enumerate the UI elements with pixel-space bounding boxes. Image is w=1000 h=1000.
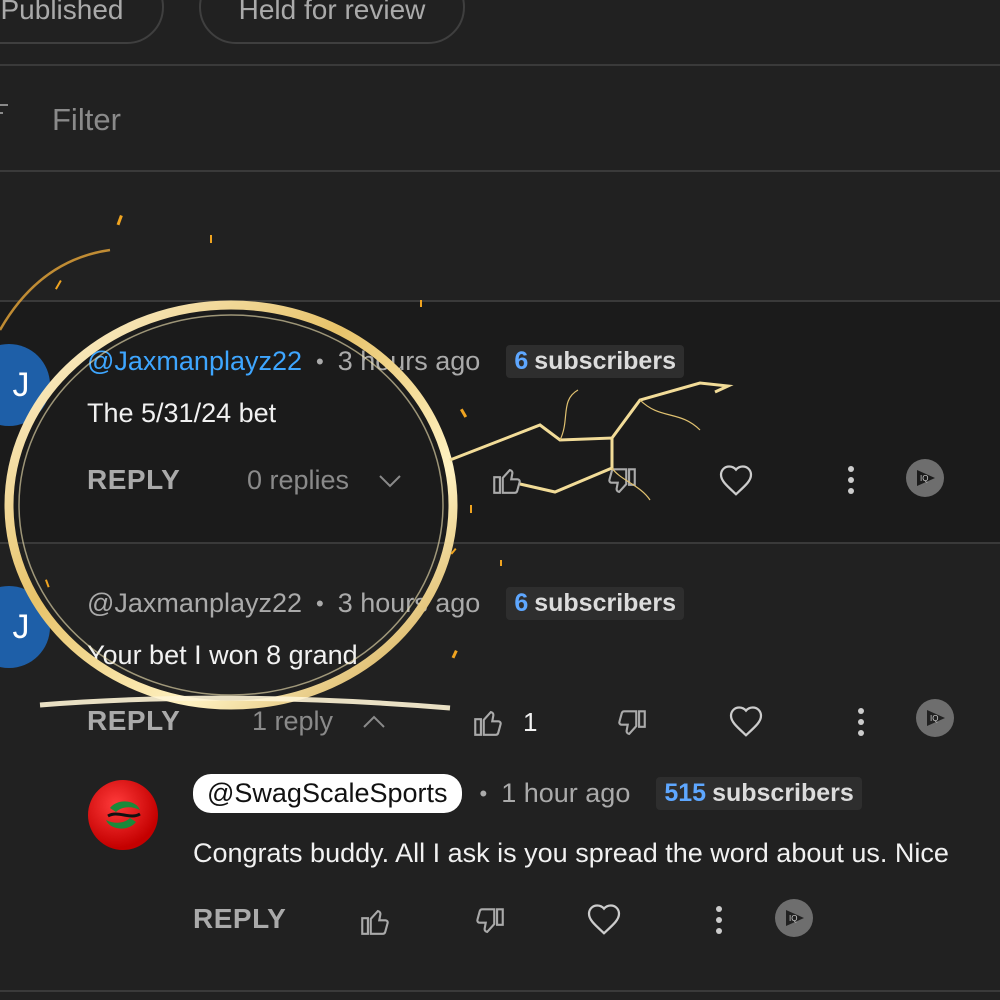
reply-time: 1 hour ago bbox=[501, 778, 631, 808]
more-options-icon[interactable] bbox=[846, 704, 876, 740]
filter-label: Filter bbox=[52, 102, 121, 137]
reply-button[interactable]: REPLY bbox=[193, 903, 286, 935]
chevron-down-icon bbox=[379, 474, 401, 487]
comment-text: Your bet I won 8 grand bbox=[87, 640, 358, 670]
subscriber-badge: 6 subscribers bbox=[506, 345, 684, 378]
chevron-up-icon bbox=[363, 715, 385, 728]
comment-time: 3 hours ago bbox=[337, 346, 481, 376]
filter-icon bbox=[0, 104, 8, 122]
app-badge-icon[interactable]: IQ bbox=[904, 457, 946, 499]
dislike-icon[interactable] bbox=[612, 704, 652, 744]
divider bbox=[0, 990, 1000, 992]
heart-icon[interactable] bbox=[583, 898, 625, 940]
svg-text:IQ: IQ bbox=[920, 474, 928, 483]
avatar[interactable]: J bbox=[0, 586, 50, 668]
like-count: 1 bbox=[523, 707, 538, 737]
logo-icon bbox=[106, 801, 141, 829]
reply-button[interactable]: REPLY bbox=[87, 464, 180, 496]
comment-author[interactable]: @Jaxmanplayz22 bbox=[87, 588, 302, 619]
like-icon[interactable] bbox=[468, 702, 508, 742]
tab-held-for-review[interactable]: Held for review bbox=[199, 0, 465, 44]
reply-button[interactable]: REPLY bbox=[87, 705, 180, 737]
divider bbox=[0, 542, 1000, 544]
subscriber-badge: 515 subscribers bbox=[656, 777, 862, 810]
reply-author[interactable]: @SwagScaleSports bbox=[193, 774, 462, 813]
comment-text: The 5/31/24 bet bbox=[87, 398, 277, 428]
replies-toggle[interactable]: 1 reply bbox=[252, 706, 387, 737]
tab-held-for-review-label: Held for review bbox=[238, 0, 426, 25]
heart-icon[interactable] bbox=[725, 700, 767, 742]
reply-text: Congrats buddy. All I ask is you spread … bbox=[193, 838, 949, 868]
avatar[interactable] bbox=[88, 780, 158, 850]
more-options-icon[interactable] bbox=[836, 462, 866, 498]
comment-meta: @Jaxmanplayz22 • 3 hours ago 6 subscriber… bbox=[87, 345, 684, 378]
separator-dot: • bbox=[316, 590, 324, 616]
separator-dot: • bbox=[479, 780, 488, 806]
comment-time: 3 hours ago bbox=[337, 588, 481, 618]
divider bbox=[0, 170, 1000, 172]
app-badge-icon[interactable]: IQ bbox=[773, 897, 815, 939]
comment-author[interactable]: @Jaxmanplayz22 bbox=[87, 346, 302, 377]
heart-icon[interactable] bbox=[715, 459, 757, 501]
filter-bar[interactable]: Filter bbox=[0, 66, 1000, 170]
dislike-icon[interactable] bbox=[602, 462, 642, 502]
comment-meta: @Jaxmanplayz22 • 3 hours ago 6 subscriber… bbox=[87, 587, 684, 620]
svg-text:IQ: IQ bbox=[930, 714, 938, 723]
tab-published-label: Published bbox=[0, 0, 124, 25]
app-badge-icon[interactable]: IQ bbox=[914, 697, 956, 739]
more-options-icon[interactable] bbox=[704, 902, 734, 938]
like-icon[interactable] bbox=[487, 460, 527, 500]
subscriber-badge: 6 subscribers bbox=[506, 587, 684, 620]
separator-dot: • bbox=[316, 348, 324, 374]
svg-text:IQ: IQ bbox=[789, 914, 797, 923]
like-icon[interactable] bbox=[355, 901, 395, 941]
dislike-icon[interactable] bbox=[470, 902, 510, 942]
tab-published[interactable]: Published bbox=[0, 0, 164, 44]
reply-meta: @SwagScaleSports • 1 hour ago 515 subscri… bbox=[193, 774, 862, 813]
replies-toggle[interactable]: 0 replies bbox=[247, 465, 403, 496]
